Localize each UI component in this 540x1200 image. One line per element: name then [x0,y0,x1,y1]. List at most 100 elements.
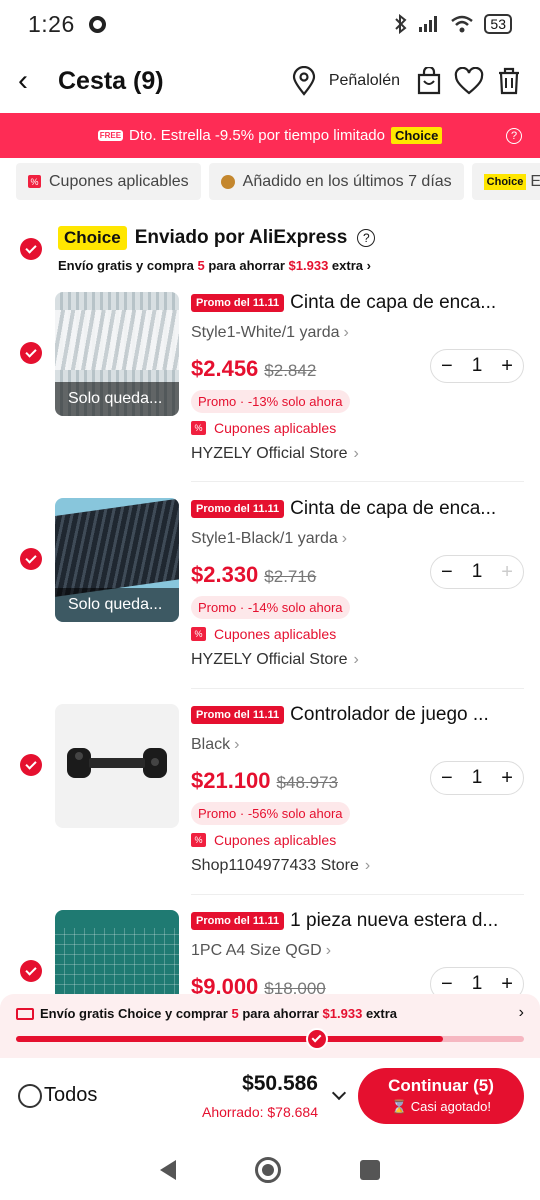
decrement-button[interactable]: − [441,767,453,790]
filter-choice-tag: Choice [483,173,527,190]
coupon-icon: % [191,833,206,847]
product-image[interactable]: Solo queda... [55,498,179,622]
seller-name: Shop1104977433 Store [191,857,359,874]
increment-button[interactable]: + [501,973,513,995]
cart-item: Solo queda... Promo del 11.11 Cinta de c… [0,290,540,496]
status-bar: 1:26 53 [0,0,540,48]
coupon-icon: % [191,627,206,641]
variant-selector[interactable]: Style1-White/1 yarda › [191,324,526,346]
increment-button[interactable]: + [501,767,513,790]
coupon-row[interactable]: % Cupones aplicables [191,419,526,437]
chevron-right-icon: › [341,530,348,547]
quantity-stepper: − 1 + [430,967,524,994]
heart-icon[interactable] [454,67,484,95]
progress-fill [16,1036,443,1042]
filter-recent[interactable]: Añadido en los últimos 7 días [208,163,464,200]
continue-button[interactable]: Continuar (5) ⌛ Casi agotado! [358,1068,524,1124]
trash-icon[interactable] [496,66,522,96]
store-name: Enviado por AliExpress [134,227,348,248]
status-icons: 53 [394,14,512,34]
product-title[interactable]: Cinta de capa de enca... [290,498,496,520]
variant-label: Style1-Black/1 yarda [191,530,338,547]
coupon-row[interactable]: % Cupones aplicables [191,831,526,849]
filter-label: Añadido en los últimos 7 días [242,172,452,190]
variant-label: Style1-White/1 yarda [191,324,340,341]
store-checkbox[interactable] [20,238,42,260]
price: $2.456 [191,356,259,381]
seller-link[interactable]: Shop1104977433 Store › [191,857,526,879]
quantity-value[interactable]: 1 [472,355,483,377]
saved-amount: Ahorrado: $78.684 [202,1104,318,1120]
shopping-bag-icon[interactable] [416,67,442,95]
product-image[interactable]: Solo queda... [55,292,179,416]
variant-selector[interactable]: 1PC A4 Size QGD › [191,942,526,964]
promo-tag: Promo del 11.11 [191,294,285,312]
select-all-label[interactable]: Todos [44,1084,97,1107]
free-shipping-bar[interactable]: Envío gratis Choice y comprar 5 para aho… [0,994,540,1058]
product-title[interactable]: 1 pieza nueva estera d... [290,910,498,932]
increment-button[interactable]: + [501,355,513,378]
stock-overlay: Solo queda... [55,382,179,416]
stock-warning: Casi agotado! [410,1099,492,1114]
signal-icon [419,16,438,32]
battery-icon: 53 [484,14,512,34]
variant-label: 1PC A4 Size QGD [191,942,322,959]
coupon-row[interactable]: % Cupones aplicables [191,625,526,643]
decrement-button[interactable]: − [441,355,453,378]
promo-tag: Promo del 11.11 [191,912,285,930]
discount-pill: Promo · -14% solo ahora [191,596,350,619]
checkout-bar: Todos $50.586 Ahorrado: $78.684 Continua… [0,1058,540,1138]
chevron-right-icon: › [364,857,371,874]
cart-item: Solo queda... Promo del 11.11 Cinta de c… [0,496,540,702]
location-label[interactable]: Peñalolén [329,72,400,90]
ship-amount: $1.933 [322,1006,363,1021]
filter-choice[interactable]: Choice E [471,163,540,200]
item-checkbox[interactable] [20,548,42,570]
decrement-button[interactable]: − [441,973,453,995]
filter-chips: % Cupones aplicables Añadido en los últi… [16,163,540,200]
filter-coupons[interactable]: % Cupones aplicables [16,163,201,200]
product-title[interactable]: Cinta de capa de enca... [290,292,496,314]
chevron-right-icon: › [353,651,359,668]
banner-text: Dto. Estrella -9.5% por tiempo limitado [129,127,385,144]
chevron-down-icon[interactable] [331,1085,347,1101]
coupon-label: Cupones aplicables [214,420,337,436]
product-title[interactable]: Controlador de juego ... [290,704,489,726]
location-pin-icon[interactable] [291,66,317,96]
seller-name: HYZELY Official Store [191,445,348,462]
quantity-value[interactable]: 1 [472,767,483,789]
old-price: $18.000 [264,979,326,994]
product-image[interactable] [55,704,179,828]
seller-link[interactable]: HYZELY Official Store › [191,445,526,467]
nav-back-icon[interactable] [159,1160,176,1180]
ship-text: para ahorrar [242,1006,319,1021]
nav-home-icon[interactable] [254,1157,281,1183]
item-checkbox[interactable] [20,960,42,982]
help-icon[interactable]: ? [357,229,376,247]
quantity-value[interactable]: 1 [472,973,483,994]
discount-pill: Promo · -56% solo ahora [191,802,350,825]
item-checkbox[interactable] [20,342,42,364]
decrement-button[interactable]: − [441,561,453,584]
variant-selector[interactable]: Black › [191,736,526,758]
store-shipping-promo[interactable]: Envío gratis y compra 5 para ahorrar $1.… [58,258,371,273]
nav-recents-icon[interactable] [360,1160,381,1180]
select-all-radio[interactable] [18,1084,42,1108]
shipping-count: 5 [197,258,205,273]
product-image[interactable] [55,910,179,994]
back-button[interactable]: ‹ [18,64,48,98]
item-checkbox[interactable] [20,754,42,776]
old-price: $48.973 [276,773,338,792]
promo-banner[interactable]: FREE Dto. Estrella -9.5% por tiempo limi… [0,113,540,158]
quantity-value[interactable]: 1 [472,561,483,583]
sync-icon [88,15,106,33]
chevron-right-icon: › [366,258,371,273]
seller-link[interactable]: HYZELY Official Store › [191,651,526,673]
quantity-stepper: − 1 + [430,555,524,589]
info-icon[interactable]: ? [506,127,522,144]
progress-checkpoint [305,1028,328,1050]
bluetooth-icon [395,14,407,34]
variant-selector[interactable]: Style1-Black/1 yarda › [191,530,526,552]
chevron-right-icon: › [234,736,240,753]
status-time: 1:26 [28,10,75,37]
